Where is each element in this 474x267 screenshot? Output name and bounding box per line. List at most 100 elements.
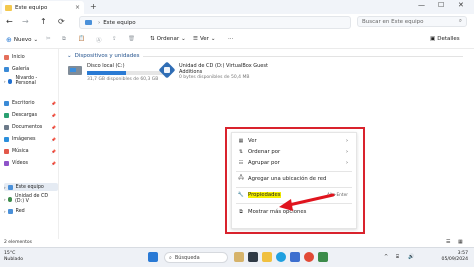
group-icon: ☷ — [238, 160, 244, 166]
devices-section-header[interactable]: ⌄ Dispositivos y unidades — [67, 53, 140, 59]
sidebar-item-galeria[interactable]: Galería — [4, 65, 58, 73]
close-button[interactable]: ✕ — [458, 1, 464, 9]
drive-d[interactable]: Unidad de CD (D:) VirtualBox Guest Addit… — [158, 61, 279, 80]
menu-divider — [236, 171, 352, 172]
maximize-button[interactable]: ☐ — [438, 1, 444, 9]
chrome-icon[interactable] — [304, 252, 314, 262]
file-explorer-icon[interactable] — [262, 252, 272, 262]
new-tab-button[interactable]: + — [90, 2, 97, 11]
view-button[interactable]: ☰ Ver ⌄ — [193, 36, 216, 42]
view-icon: ▦ — [238, 138, 244, 144]
forward-button[interactable]: → — [22, 17, 29, 26]
address-bar[interactable]: › Este equipo — [79, 16, 351, 29]
refresh-button[interactable]: ⟳ — [58, 17, 65, 26]
address-expand-icon[interactable]: › — [98, 20, 100, 26]
annotation-arrow-icon — [279, 193, 335, 211]
computer-icon — [7, 184, 13, 190]
expand-chevron-icon[interactable]: › — [4, 209, 6, 214]
network-icon[interactable]: ⌸ — [396, 254, 399, 260]
more-options-icon: ⧉ — [239, 209, 243, 215]
download-icon — [4, 112, 9, 118]
pin-icon: 📌 — [51, 148, 56, 154]
view-label: Ver — [199, 36, 209, 42]
tray-chevron-icon[interactable]: ^ — [384, 254, 388, 260]
clock[interactable]: 3:57 05/09/2024 — [442, 251, 468, 263]
wrench-icon: 🔧 — [237, 192, 245, 198]
search-box[interactable]: Buscar en Este equipo ⌕ — [357, 16, 467, 27]
delete-icon[interactable]: 🗑 — [128, 36, 135, 42]
paste-icon[interactable]: 📋 — [78, 36, 85, 42]
pictures-icon — [4, 136, 9, 142]
item-count: 2 elementos — [4, 240, 32, 245]
details-button[interactable]: ▣ Detalles — [430, 36, 460, 42]
sidebar-item-label: Vídeos — [12, 160, 29, 166]
new-icon: ⊕ — [6, 36, 12, 44]
view-icon: ☰ — [193, 36, 198, 42]
sidebar-item-escritorio[interactable]: Escritorio 📌 — [4, 99, 58, 107]
drive-c-usage-fill — [87, 71, 127, 75]
up-button[interactable]: ↑ — [40, 17, 47, 26]
sidebar-item-imagenes[interactable]: Imágenes 📌 — [4, 135, 58, 143]
more-options-button[interactable]: ··· — [228, 36, 233, 42]
volume-icon[interactable]: 🔊 — [408, 254, 414, 260]
details-icon: ▣ — [430, 36, 436, 42]
pin-icon: 📌 — [51, 136, 56, 142]
sort-icon: ⇅ — [238, 149, 244, 155]
navigation-pane: Inicio Galería › Nivardo - Personal Escr… — [0, 49, 59, 239]
expand-chevron-icon[interactable]: › — [4, 197, 6, 202]
sidebar-item-inicio[interactable]: Inicio — [4, 53, 58, 61]
tab-este-equipo[interactable]: Este equipo × — [2, 1, 84, 14]
search-input[interactable]: Buscar en Este equipo — [362, 19, 424, 25]
details-view-icon[interactable]: ☰ — [446, 239, 450, 245]
weather-widget[interactable]: 15°C Nublado — [4, 251, 23, 263]
chevron-down-icon: ⌄ — [210, 36, 216, 42]
chevron-down-icon: ⌄ — [33, 37, 39, 43]
sidebar-item-label: Música — [12, 148, 29, 154]
sidebar-item-descargas[interactable]: Descargas 📌 — [4, 111, 58, 119]
sidebar-item-onedrive[interactable]: › Nivardo - Personal — [4, 76, 58, 86]
tiles-view-icon[interactable]: ▦ — [458, 239, 463, 245]
minimize-button[interactable]: — — [418, 1, 425, 9]
new-button[interactable]: ⊕ Nuevo ⌄ — [6, 36, 38, 44]
store-icon[interactable] — [290, 252, 300, 262]
menu-item-ordenar-por[interactable]: ⇅ Ordenar por › — [234, 147, 354, 157]
cut-icon[interactable]: ✂ — [46, 36, 51, 42]
tab-title: Este equipo — [15, 4, 48, 11]
task-view-icon[interactable] — [248, 252, 258, 262]
sidebar-item-label: Unidad de CD (D:) V — [15, 194, 49, 204]
address-location[interactable]: Este equipo — [103, 20, 135, 26]
copy-icon[interactable]: ⧉ — [62, 36, 66, 43]
drive-c[interactable]: Disco local (C:) 31,7 GB disponibles de … — [67, 63, 171, 82]
sidebar-item-videos[interactable]: Vídeos 📌 — [4, 159, 58, 167]
search-icon: ⌕ — [169, 254, 172, 261]
edge-icon[interactable] — [276, 252, 286, 262]
sort-button[interactable]: ⇅ Ordenar ⌄ — [150, 36, 186, 42]
sidebar-item-label: Red — [15, 208, 25, 214]
menu-item-agrupar-por[interactable]: ☷ Agrupar por › — [234, 158, 354, 168]
expand-chevron-icon[interactable]: › — [4, 185, 6, 190]
sidebar-item-documentos[interactable]: Documentos 📌 — [4, 123, 58, 131]
menu-item-agregar-ubicacion-red[interactable]: 🖧 Agregar una ubicación de red — [234, 174, 354, 184]
sidebar-item-este-equipo[interactable]: › Este equipo — [4, 183, 58, 191]
app-icon[interactable] — [318, 252, 328, 262]
search-icon: ⌕ — [458, 18, 462, 24]
folder-icon — [5, 4, 12, 11]
section-divider — [143, 56, 463, 57]
sidebar-item-musica[interactable]: Música 📌 — [4, 147, 58, 155]
taskbar-search[interactable]: ⌕ Búsqueda — [164, 252, 228, 263]
back-button[interactable]: ← — [6, 17, 13, 26]
expand-chevron-icon[interactable]: › — [4, 79, 6, 84]
sidebar-item-red[interactable]: › Red — [4, 207, 58, 215]
chevron-right-icon: › — [346, 149, 348, 155]
tab-close-button[interactable]: × — [75, 4, 80, 11]
rename-icon[interactable]: Ⓐ — [96, 36, 102, 44]
menu-item-label: Ordenar por — [248, 149, 281, 155]
widget-icon[interactable] — [234, 252, 244, 262]
sidebar-item-label: Galería — [12, 66, 30, 72]
share-icon[interactable]: ⇪ — [112, 36, 117, 42]
cloud-icon — [7, 78, 13, 84]
sidebar-item-cd-drive[interactable]: › Unidad de CD (D:) V — [4, 194, 58, 204]
menu-item-ver[interactable]: ▦ Ver › — [234, 136, 354, 146]
start-icon[interactable] — [148, 252, 158, 262]
desktop-icon — [4, 100, 9, 106]
